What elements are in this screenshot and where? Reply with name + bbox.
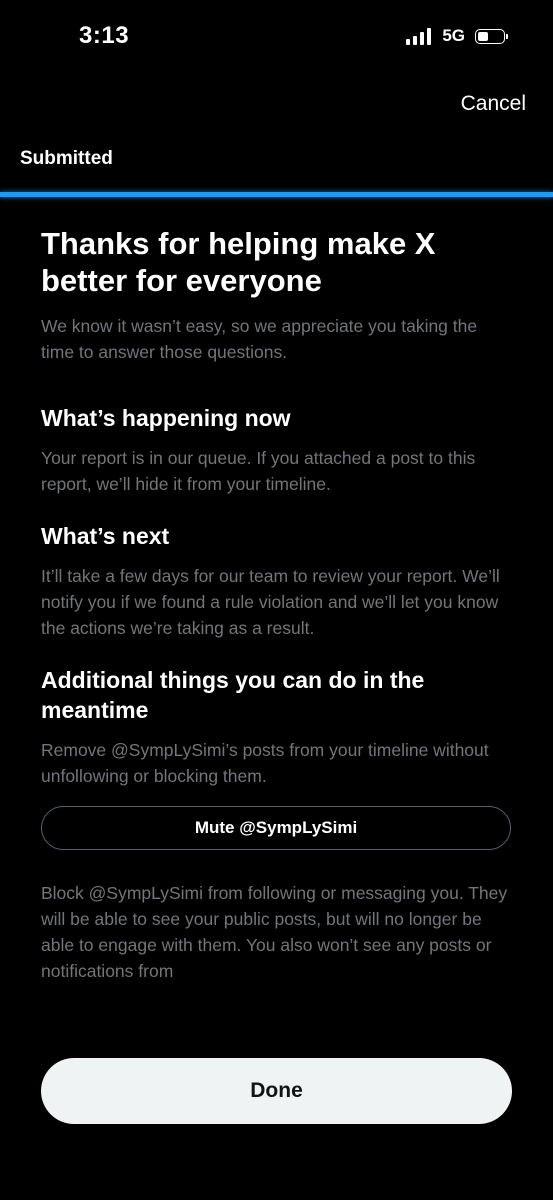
battery-icon bbox=[475, 28, 508, 44]
home-indicator bbox=[190, 1178, 363, 1184]
page-title: Thanks for helping make X better for eve… bbox=[41, 226, 436, 298]
mute-description: Remove @SympLySimi’s posts from your tim… bbox=[41, 740, 489, 786]
signal-icon bbox=[406, 27, 432, 45]
status-indicators: 5G bbox=[406, 26, 508, 46]
network-type: 5G bbox=[442, 26, 465, 45]
progress-step-label: Submitted bbox=[20, 148, 113, 169]
page-subtitle: We know it wasn’t easy, so we appreciate… bbox=[41, 316, 478, 362]
done-button[interactable]: Done bbox=[41, 1058, 512, 1124]
section-heading-additional-things: Additional things you can do in the mean… bbox=[41, 667, 425, 723]
section-body-whats-next: It’ll take a few days for our team to re… bbox=[41, 566, 500, 638]
progress-bar-fill bbox=[0, 192, 553, 197]
section-heading-happening-now: What’s happening now bbox=[41, 405, 291, 431]
section-heading-whats-next: What’s next bbox=[41, 523, 170, 549]
mute-user-button[interactable]: Mute @SympLySimi bbox=[41, 806, 511, 850]
status-time: 3:13 bbox=[79, 22, 130, 49]
report-submitted-content[interactable]: Thanks for helping make X better for eve… bbox=[41, 225, 513, 1031]
section-body-happening-now: Your report is in our queue. If you atta… bbox=[41, 448, 476, 494]
cancel-button[interactable]: Cancel bbox=[461, 92, 526, 116]
block-description: Block @SympLySimi from following or mess… bbox=[41, 883, 508, 981]
progress-bar bbox=[0, 192, 553, 197]
